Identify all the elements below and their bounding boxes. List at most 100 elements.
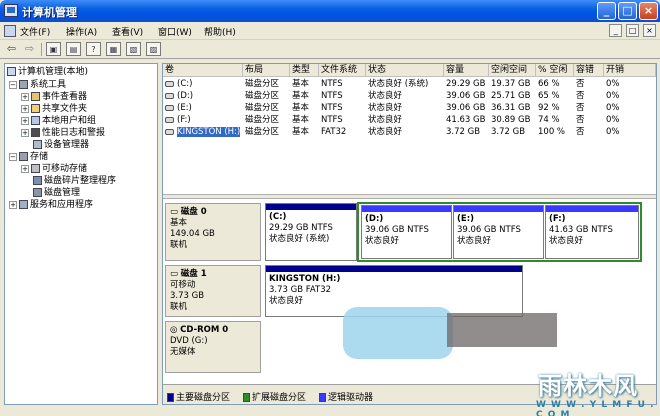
tree-item-device-manager[interactable]: 设备管理器: [33, 140, 89, 151]
expand-toggle[interactable]: +: [21, 164, 29, 173]
disk-status: 联机: [170, 240, 188, 250]
device-manager-icon: [33, 140, 42, 149]
properties-icon[interactable]: ▦: [106, 42, 121, 56]
expand-toggle[interactable]: +: [21, 104, 29, 113]
logical-drive-bar: [546, 206, 638, 212]
menu-action[interactable]: 操作(A): [66, 25, 97, 38]
menu-window[interactable]: 窗口(W): [158, 25, 192, 38]
table-cell: 0%: [606, 79, 620, 89]
volume-list[interactable]: 卷 布局 类型 文件系统 状态 容量 空闲空间 % 空闲 容错 开销 (C:) …: [163, 64, 656, 194]
primary-partition-bar: [266, 204, 356, 210]
close-button[interactable]: ×: [639, 2, 658, 20]
app-menu-icon[interactable]: [4, 25, 16, 37]
partition-f[interactable]: (F:) 41.63 GB NTFS 状态良好: [545, 205, 639, 259]
tree-item-storage[interactable]: − 存储: [9, 152, 48, 163]
volume-icon: [165, 92, 174, 99]
menu-help[interactable]: 帮助(H): [204, 25, 236, 38]
column-header-overhead[interactable]: 开销: [604, 64, 656, 77]
column-header-free-space[interactable]: 空闲空间: [489, 64, 536, 77]
users-icon: [31, 116, 40, 125]
collapse-toggle[interactable]: −: [9, 80, 17, 89]
tree-item-event-viewer[interactable]: + 事件查看器: [21, 92, 87, 103]
tree-item-system-tools[interactable]: − 系统工具: [9, 80, 66, 91]
menu-file[interactable]: 文件(F): [20, 25, 50, 38]
table-cell: 否: [576, 79, 585, 89]
table-cell: NTFS: [321, 91, 343, 101]
child-close-button[interactable]: ×: [643, 24, 656, 37]
tree-item-defragmenter[interactable]: 磁盘碎片整理程序: [33, 176, 116, 187]
table-cell: NTFS: [321, 103, 343, 113]
volume-icon: [165, 104, 174, 111]
menu-view[interactable]: 查看(V): [112, 25, 143, 38]
back-arrow-icon[interactable]: ⇦: [4, 42, 19, 56]
event-viewer-icon: [31, 92, 40, 101]
partition-e[interactable]: (E:) 39.06 GB NTFS 状态良好: [453, 205, 544, 259]
table-cell: 3.72 GB: [491, 127, 526, 137]
partition-d[interactable]: (D:) 39.06 GB NTFS 状态良好: [361, 205, 452, 259]
expand-toggle[interactable]: +: [9, 200, 17, 209]
table-row[interactable]: (D:) 磁盘分区 基本 NTFS 状态良好 39.06 GB 25.71 GB…: [163, 90, 656, 102]
blur-overlay: [343, 307, 453, 359]
tree-item-performance-logs[interactable]: + 性能日志和警报: [21, 128, 105, 139]
column-header-filesystem[interactable]: 文件系统: [319, 64, 366, 77]
disk-size: 149.04 GB: [170, 229, 215, 239]
logical-drive-bar: [454, 206, 543, 212]
menu-bar: 文件(F) 操作(A) 查看(V) 窗口(W) 帮助(H) _ □ ×: [0, 22, 660, 40]
table-cell: 30.89 GB: [491, 115, 531, 125]
help-icon[interactable]: ?: [86, 42, 101, 56]
expand-toggle[interactable]: +: [21, 92, 29, 101]
column-header-percent-free[interactable]: % 空闲: [536, 64, 574, 77]
tree-item-services-applications[interactable]: + 服务和应用程序: [9, 200, 93, 211]
table-cell: 基本: [292, 91, 310, 101]
expand-toggle[interactable]: +: [21, 128, 29, 137]
table-cell: 29.29 GB: [446, 79, 486, 89]
table-cell: 74 %: [538, 115, 560, 125]
expand-toggle[interactable]: +: [21, 116, 29, 125]
maximize-button[interactable]: □: [618, 2, 637, 20]
table-cell: 65 %: [538, 91, 560, 101]
forward-arrow-icon[interactable]: ⇨: [22, 42, 37, 56]
table-cell: 0%: [606, 115, 620, 125]
up-folder-icon[interactable]: ▣: [46, 42, 61, 56]
disk-size: 3.73 GB: [170, 291, 205, 301]
column-header-layout[interactable]: 布局: [243, 64, 290, 77]
console-tree[interactable]: 计算机管理(本地) − 系统工具 + 事件查看器 + 共享文件夹 + 本地用户和组 + 性…: [4, 63, 158, 405]
disk-graphical-view[interactable]: ▭ 磁盘 0 基本 149.04 GB 联机 (C:) 29.29 GB NTF…: [163, 199, 656, 384]
export-icon[interactable]: ▧: [126, 42, 141, 56]
table-cell: 磁盘分区: [245, 127, 280, 137]
column-header-fault-tolerance[interactable]: 容错: [574, 64, 604, 77]
disk-1-label[interactable]: ▭ 磁盘 1 可移动 3.73 GB 联机: [165, 265, 261, 317]
title-bar: 计算机管理 _ □ ×: [0, 0, 660, 22]
tree-item-shared-folders[interactable]: + 共享文件夹: [21, 104, 87, 115]
partition-c[interactable]: (C:) 29.29 GB NTFS 状态良好 (系统): [265, 203, 357, 261]
cdrom-0-label[interactable]: ◎ CD-ROM 0 DVD (G:) 无媒体: [165, 321, 261, 373]
table-row[interactable]: (C:) 磁盘分区 基本 NTFS 状态良好 (系统) 29.29 GB 19.…: [163, 78, 656, 90]
child-restore-button[interactable]: □: [626, 24, 640, 37]
toolbar: ⇦ ⇨ ▣ ▤ ? ▦ ▧ ▨: [0, 40, 660, 59]
collapse-toggle[interactable]: −: [9, 152, 17, 161]
disk-0-label[interactable]: ▭ 磁盘 0 基本 149.04 GB 联机: [165, 203, 261, 261]
table-row-selected[interactable]: KINGSTON (H:) 磁盘分区 基本 FAT32 状态良好 3.72 GB…: [163, 126, 656, 138]
tools-icon: [19, 80, 28, 89]
refresh-icon[interactable]: ▨: [146, 42, 161, 56]
table-cell: 基本: [292, 115, 310, 125]
child-minimize-button[interactable]: _: [609, 24, 623, 37]
column-header-status[interactable]: 状态: [366, 64, 444, 77]
table-cell: 36.31 GB: [491, 103, 531, 113]
table-row[interactable]: (F:) 磁盘分区 基本 NTFS 状态良好 41.63 GB 30.89 GB…: [163, 114, 656, 126]
column-header-volume[interactable]: 卷: [163, 64, 243, 77]
column-header-capacity[interactable]: 容量: [444, 64, 489, 77]
computer-management-icon: [4, 4, 18, 17]
details-pane: 卷 布局 类型 文件系统 状态 容量 空闲空间 % 空闲 容错 开销 (C:) …: [162, 63, 657, 405]
tree-item-disk-management[interactable]: 磁盘管理: [33, 188, 80, 199]
table-row[interactable]: (E:) 磁盘分区 基本 NTFS 状态良好 39.06 GB 36.31 GB…: [163, 102, 656, 114]
tree-item-computer-management[interactable]: 计算机管理(本地): [7, 67, 88, 78]
column-header-type[interactable]: 类型: [290, 64, 319, 77]
tree-item-local-users[interactable]: + 本地用户和组: [21, 116, 96, 127]
show-hide-tree-icon[interactable]: ▤: [66, 42, 81, 56]
legend-extended-partition: 扩展磁盘分区: [243, 390, 306, 403]
table-cell: NTFS: [321, 115, 343, 125]
tree-item-removable-storage[interactable]: + 可移动存储: [21, 164, 87, 175]
minimize-button[interactable]: _: [597, 2, 616, 20]
performance-icon: [31, 128, 40, 137]
